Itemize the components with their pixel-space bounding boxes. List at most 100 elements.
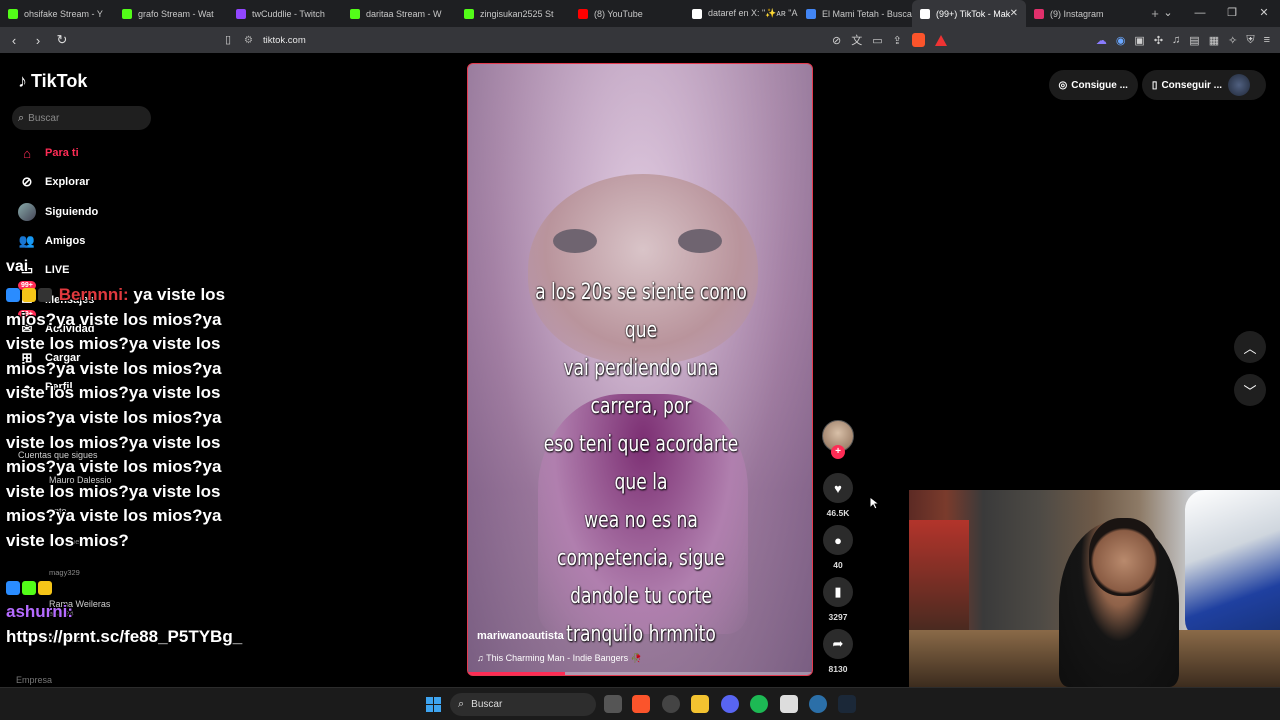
- address-actions: ⊘ 文 ▭ ⇪: [832, 27, 947, 53]
- follow-plus-icon[interactable]: +: [831, 445, 845, 459]
- brave-rewards-icon[interactable]: [934, 34, 947, 46]
- minimize-button[interactable]: —: [1184, 0, 1216, 27]
- webcam-overlay: [909, 490, 1280, 687]
- settings-taskbar-icon[interactable]: [662, 695, 680, 713]
- video-progress[interactable]: [468, 672, 812, 675]
- browser-tab[interactable]: dataref en X: "✨ᴀʀ "A: [684, 0, 798, 27]
- wallet-icon[interactable]: ▦: [1209, 34, 1219, 47]
- extensions-puzzle-icon[interactable]: ✣: [1154, 34, 1163, 47]
- menu-icon[interactable]: ≡: [1264, 34, 1270, 46]
- browser-tab[interactable]: zingisukan2525 St: [456, 0, 570, 27]
- browser-tab[interactable]: El Mami Tetah - Buscar: [798, 0, 912, 27]
- reload-button[interactable]: ↻: [52, 32, 72, 48]
- vpn-icon[interactable]: ⛨: [1246, 34, 1254, 47]
- sidebar-item-para-ti[interactable]: ⌂ Para ti: [18, 142, 79, 164]
- sidebar-item-siguiendo[interactable]: Siguiendo: [18, 201, 98, 223]
- taskbar-search[interactable]: ⌕ Buscar: [450, 693, 596, 716]
- address-bar: ‹ › ↻ ▯ ⚙ tiktok.com ⊘ 文 ▭ ⇪ ☁ ◉ ▣ ✣ ♫ ▤…: [0, 27, 1280, 53]
- file-explorer-icon[interactable]: [691, 695, 709, 713]
- caption-line: a los 20s se siente como que: [535, 280, 747, 343]
- sidebar-icon[interactable]: ▤: [1189, 34, 1199, 47]
- tab-strip: ohsifake Stream - Y grafo Stream - Wat twC…: [0, 0, 1140, 27]
- extension-icon[interactable]: ☁: [1096, 34, 1107, 47]
- previous-video-button[interactable]: ︿: [1234, 331, 1266, 363]
- window-controls: ⌄ — ❐ ✕: [1152, 0, 1280, 27]
- share-icon[interactable]: ⇪: [893, 34, 902, 47]
- compass-icon: ⊘: [21, 174, 33, 190]
- sidebar-item-amigos[interactable]: 👥 Amigos: [18, 230, 85, 252]
- spotify-icon[interactable]: [750, 695, 768, 713]
- bookmark-icon[interactable]: ▯: [225, 33, 231, 46]
- caption-line: eso teni que acordarte que la: [543, 432, 739, 495]
- company-link[interactable]: Empresa: [16, 675, 52, 685]
- search-input[interactable]: ⌕ Buscar: [12, 106, 151, 130]
- get-app-button[interactable]: ▯ Conseguir ...: [1141, 70, 1266, 100]
- taskbar-search-label: Buscar: [471, 699, 503, 710]
- like-button[interactable]: ♥: [823, 473, 853, 503]
- profile-avatar[interactable]: [1228, 74, 1250, 96]
- no-audio-icon[interactable]: ⊘: [832, 34, 841, 47]
- browser-tab[interactable]: (8) YouTube: [570, 0, 684, 27]
- tab-favicon-icon: [578, 8, 588, 19]
- chat-username-2: ashurni:: [6, 602, 74, 622]
- leo-icon[interactable]: ✧: [1228, 34, 1237, 47]
- browser-tab[interactable]: daritaa Stream - W: [342, 0, 456, 27]
- browser-tab[interactable]: ohsifake Stream - Y: [0, 0, 114, 27]
- browser-tab[interactable]: twCuddlie - Twitch: [228, 0, 342, 27]
- browser-tab[interactable]: grafo Stream - Wat: [114, 0, 228, 27]
- top-right-actions: ◎ Consigue ... ▯ Conseguir ...: [1048, 70, 1266, 100]
- comment-button[interactable]: ●: [823, 525, 853, 555]
- brave-taskbar-icon[interactable]: [632, 695, 650, 713]
- discord-icon[interactable]: [721, 695, 739, 713]
- forward-button[interactable]: ›: [28, 33, 48, 48]
- site-info-icon[interactable]: ⚙: [244, 35, 253, 46]
- music-icon[interactable]: ♫: [1172, 34, 1180, 46]
- obs-icon[interactable]: [780, 695, 798, 713]
- caption-line: wea no es na competencia, sigue: [557, 508, 725, 571]
- share-button[interactable]: ➦: [823, 629, 853, 659]
- cat-eye-left: [553, 229, 597, 253]
- sidebar-item-label: Explorar: [45, 176, 90, 189]
- search-icon: ⌕: [18, 111, 25, 124]
- browser-tab[interactable]: (99+) TikTok - Mak ✕: [912, 0, 1026, 27]
- extension-icon-2[interactable]: ◉: [1116, 34, 1126, 47]
- tab-favicon-icon: [1034, 8, 1044, 19]
- ccleaner-icon[interactable]: [809, 695, 827, 713]
- steam-icon[interactable]: [838, 695, 856, 713]
- video-music[interactable]: ♫ This Charming Man - Indie Bangers 🥀: [477, 653, 642, 664]
- browser-tab[interactable]: (9) Instagram: [1026, 0, 1140, 27]
- tab-label: El Mami Tetah - Buscar: [822, 8, 912, 19]
- comment-icon: ●: [834, 532, 842, 548]
- task-view-icon[interactable]: [604, 695, 622, 713]
- tab-label: (9) Instagram: [1050, 8, 1104, 19]
- caption-line: dandole tu corte tranquilo hrmnito: [566, 584, 716, 647]
- close-window-button[interactable]: ✕: [1248, 0, 1280, 27]
- webcam-gaming-chair: [1185, 490, 1280, 640]
- windows-start-button[interactable]: [426, 697, 441, 712]
- chat-text-1: ya viste los mios?ya viste los mios?ya v…: [6, 285, 226, 550]
- url-field[interactable]: ⚙ tiktok.com: [244, 31, 306, 49]
- screenshot-icon[interactable]: ▣: [1134, 34, 1144, 47]
- video-author[interactable]: mariwanoautista: [477, 630, 564, 642]
- chevron-down-icon[interactable]: ⌄: [1152, 0, 1184, 27]
- save-button[interactable]: ▮: [823, 577, 853, 607]
- maximize-button[interactable]: ❐: [1216, 0, 1248, 27]
- get-app-label: Conseguir ...: [1161, 79, 1222, 91]
- avatar: [18, 202, 36, 221]
- chat-message-2: ashurni: https://prnt.sc/fe88_P5TYBg_: [6, 576, 256, 650]
- tiktok-logo[interactable]: ♪ TikTok: [18, 71, 87, 92]
- friends-icon: 👥: [18, 232, 36, 248]
- home-icon: ⌂: [23, 145, 31, 161]
- translate-icon[interactable]: 文: [851, 32, 862, 48]
- next-video-button[interactable]: ﹀: [1234, 374, 1266, 406]
- video-player[interactable]: a los 20s se siente como que vai perdiend…: [467, 63, 813, 676]
- cast-icon[interactable]: ▭: [872, 34, 882, 47]
- back-button[interactable]: ‹: [4, 33, 24, 48]
- share-count: 8130: [828, 664, 848, 674]
- sidebar-item-explorar[interactable]: ⊘ Explorar: [18, 171, 90, 193]
- brave-shields-icon[interactable]: [911, 33, 925, 47]
- toolbar-extensions: ☁ ◉ ▣ ✣ ♫ ▤ ▦ ✧ ⛨ ≡: [1096, 27, 1270, 53]
- close-tab-icon[interactable]: ✕: [1010, 8, 1018, 19]
- chevron-up-icon: ︿: [1243, 340, 1257, 356]
- get-coins-button[interactable]: ◎ Consigue ...: [1048, 70, 1138, 100]
